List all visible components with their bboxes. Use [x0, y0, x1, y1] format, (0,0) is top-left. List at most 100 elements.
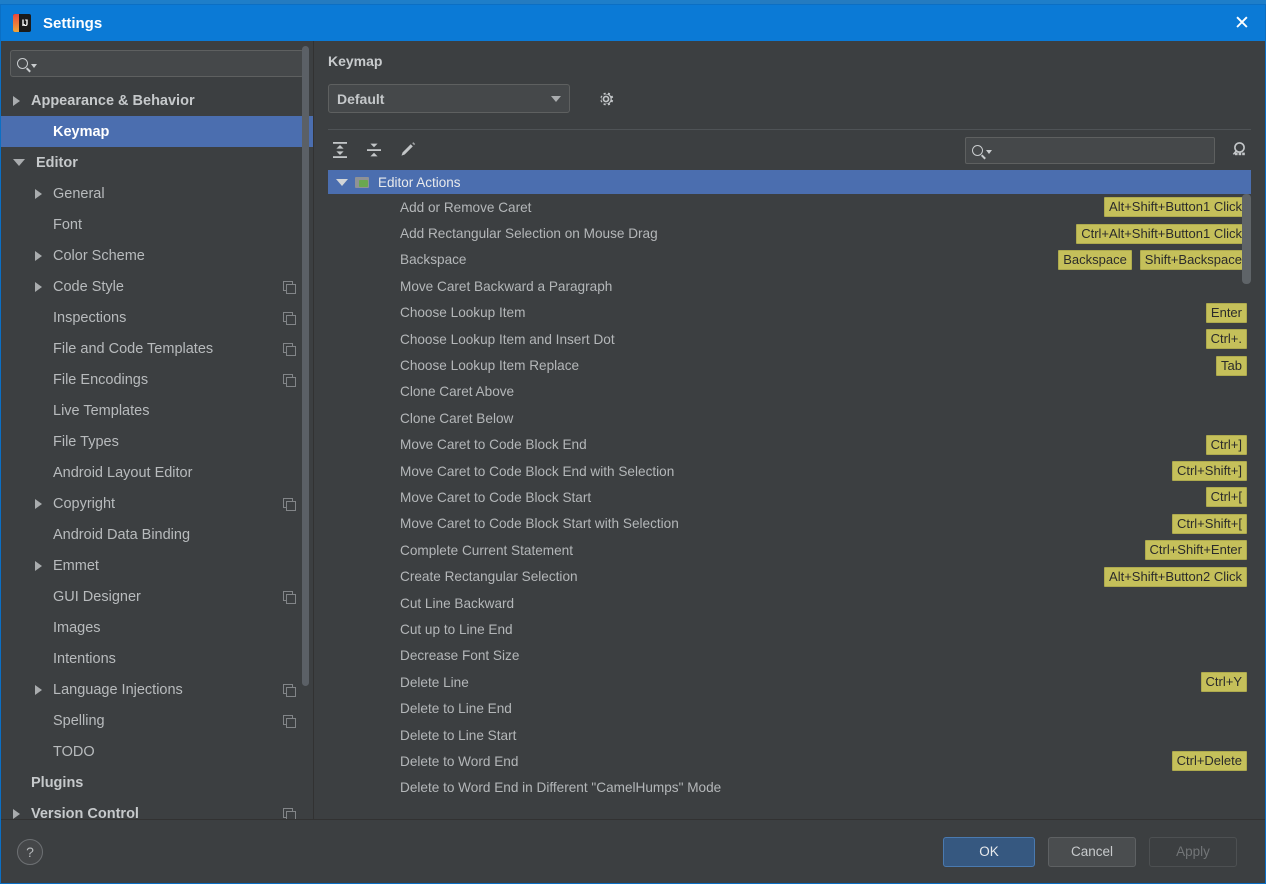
- shortcut-badge[interactable]: Ctrl+Shift+Enter: [1144, 540, 1247, 561]
- table-row[interactable]: Delete to Line Start: [328, 722, 1251, 748]
- sidebar-item-keymap[interactable]: Keymap: [1, 116, 313, 147]
- table-row[interactable]: Choose Lookup Item Enter: [328, 300, 1251, 326]
- shortcut-badge[interactable]: Ctrl+.: [1205, 329, 1247, 350]
- shortcut-badges: Enter: [1205, 302, 1247, 323]
- chevron-right-icon[interactable]: [13, 808, 20, 819]
- chevron-down-icon[interactable]: [336, 178, 348, 186]
- chevron-right-icon[interactable]: [35, 560, 42, 571]
- sidebar-item-general[interactable]: General: [1, 178, 313, 209]
- sidebar-item-android-data-binding[interactable]: Android Data Binding: [1, 519, 313, 550]
- table-row[interactable]: Add Rectangular Selection on Mouse Drag C…: [328, 220, 1251, 246]
- action-list-scrollbar-thumb[interactable]: [1242, 194, 1251, 284]
- sidebar-item-color-scheme[interactable]: Color Scheme: [1, 240, 313, 271]
- shortcut-badge[interactable]: Ctrl+]: [1205, 434, 1247, 455]
- table-row[interactable]: Move Caret to Code Block End with Select…: [328, 458, 1251, 484]
- chevron-right-icon[interactable]: [35, 684, 42, 695]
- sidebar-item-inspections[interactable]: Inspections: [1, 302, 313, 333]
- keymap-search-box[interactable]: [965, 136, 1215, 164]
- sidebar-item-file-encodings[interactable]: File Encodings: [1, 364, 313, 395]
- keymap-scheme-value: Default: [337, 90, 385, 107]
- table-row[interactable]: Move Caret to Code Block Start Ctrl+[: [328, 484, 1251, 510]
- sidebar-item-gui-designer[interactable]: GUI Designer: [1, 581, 313, 612]
- sidebar-item-spelling[interactable]: Spelling: [1, 705, 313, 736]
- settings-tree: Appearance & Behavior Keymap Editor General…: [1, 85, 313, 819]
- close-icon[interactable]: ✕: [1219, 5, 1265, 41]
- sidebar-scrollbar-thumb[interactable]: [302, 46, 309, 686]
- sidebar-item-plugins[interactable]: Plugins: [1, 767, 313, 798]
- help-button[interactable]: ?: [17, 838, 43, 865]
- table-row[interactable]: Create Rectangular Selection Alt+Shift+Bu…: [328, 563, 1251, 589]
- sidebar-scrollbar[interactable]: [302, 41, 309, 819]
- gear-icon[interactable]: [596, 89, 616, 109]
- table-row[interactable]: Backspace Backspace Shift+Backspace: [328, 247, 1251, 273]
- sidebar-item-live-templates[interactable]: Live Templates: [1, 395, 313, 426]
- table-row[interactable]: Delete Line Ctrl+Y: [328, 669, 1251, 695]
- table-row[interactable]: Delete to Line End: [328, 695, 1251, 721]
- shortcut-badge[interactable]: Enter: [1205, 302, 1247, 323]
- sidebar-item-images[interactable]: Images: [1, 612, 313, 643]
- chevron-right-icon[interactable]: [35, 188, 42, 199]
- shortcut-badge[interactable]: Ctrl+Shift+[: [1171, 513, 1247, 534]
- sidebar-item-emmet[interactable]: Emmet: [1, 550, 313, 581]
- search-input[interactable]: [44, 56, 297, 71]
- settings-dialog: IJ Settings ✕ Appearance & Behavior Keyma…: [0, 4, 1266, 884]
- sidebar-item-language-injections[interactable]: Language Injections: [1, 674, 313, 705]
- shortcut-badge[interactable]: Backspace: [1058, 249, 1132, 270]
- shortcut-badge[interactable]: Alt+Shift+Button1 Click: [1104, 197, 1247, 218]
- action-group-row[interactable]: Editor Actions: [328, 170, 1251, 194]
- sidebar-item-version-control[interactable]: Version Control: [1, 798, 313, 819]
- table-row[interactable]: Clone Caret Below: [328, 405, 1251, 431]
- table-row[interactable]: Delete to Word End in Different "CamelHu…: [328, 775, 1251, 801]
- sidebar-item-font[interactable]: Font: [1, 209, 313, 240]
- keymap-action-list[interactable]: Editor Actions Add or Remove Caret Alt+Sh…: [328, 170, 1251, 819]
- sidebar-item-todo[interactable]: TODO: [1, 736, 313, 767]
- chevron-right-icon[interactable]: [35, 250, 42, 261]
- apply-button[interactable]: Apply: [1149, 836, 1237, 867]
- sidebar-item-file-types[interactable]: File Types: [1, 426, 313, 457]
- table-row[interactable]: Cut Line Backward: [328, 590, 1251, 616]
- table-row[interactable]: Move Caret to Code Block Start with Sele…: [328, 511, 1251, 537]
- sidebar-item-file-and-code-templates[interactable]: File and Code Templates: [1, 333, 313, 364]
- action-list-scrollbar[interactable]: [1242, 170, 1251, 819]
- shortcut-badge[interactable]: Alt+Shift+Button2 Click: [1104, 566, 1247, 587]
- keymap-search-input[interactable]: [999, 142, 1208, 158]
- sidebar-item-appearance-behavior[interactable]: Appearance & Behavior: [1, 85, 313, 116]
- sidebar-item-code-style[interactable]: Code Style: [1, 271, 313, 302]
- table-row[interactable]: Add or Remove Caret Alt+Shift+Button1 Cli…: [328, 194, 1251, 220]
- expand-all-icon[interactable]: [328, 139, 352, 161]
- table-row[interactable]: Choose Lookup Item and Insert Dot Ctrl+.: [328, 326, 1251, 352]
- action-name: Add or Remove Caret: [400, 199, 532, 215]
- shortcut-badge[interactable]: Shift+Backspace: [1139, 249, 1247, 270]
- action-name: Move Caret to Code Block End: [400, 437, 587, 453]
- shortcut-badge[interactable]: Ctrl+Delete: [1171, 751, 1247, 772]
- sidebar-search-box[interactable]: [10, 50, 304, 77]
- table-row[interactable]: Choose Lookup Item Replace Tab: [328, 352, 1251, 378]
- table-row[interactable]: Clone Caret Above: [328, 379, 1251, 405]
- sidebar-item-editor[interactable]: Editor: [1, 147, 313, 178]
- table-row[interactable]: Move Caret to Code Block End Ctrl+]: [328, 432, 1251, 458]
- table-row[interactable]: Move Caret Backward a Paragraph: [328, 273, 1251, 299]
- chevron-right-icon[interactable]: [35, 498, 42, 509]
- sidebar-item-label: File Types: [53, 433, 119, 450]
- keymap-scheme-select[interactable]: Default: [328, 84, 570, 113]
- sidebar-item-label: TODO: [53, 743, 95, 760]
- table-row[interactable]: Complete Current Statement Ctrl+Shift+Ent…: [328, 537, 1251, 563]
- collapse-all-icon[interactable]: [362, 139, 386, 161]
- ok-button[interactable]: OK: [943, 836, 1035, 867]
- shortcut-badge[interactable]: Ctrl+Y: [1200, 672, 1247, 693]
- table-row[interactable]: Cut up to Line End: [328, 616, 1251, 642]
- shortcut-badge[interactable]: Ctrl+Shift+]: [1171, 461, 1247, 482]
- chevron-down-icon[interactable]: [13, 159, 25, 166]
- sidebar-item-intentions[interactable]: Intentions: [1, 643, 313, 674]
- shortcut-badge[interactable]: Ctrl+Alt+Shift+Button1 Click: [1076, 223, 1247, 244]
- sidebar-item-copyright[interactable]: Copyright: [1, 488, 313, 519]
- table-row[interactable]: Delete to Word End Ctrl+Delete: [328, 748, 1251, 774]
- chevron-right-icon[interactable]: [13, 95, 20, 106]
- table-row[interactable]: Decrease Font Size: [328, 643, 1251, 669]
- sidebar-item-android-layout-editor[interactable]: Android Layout Editor: [1, 457, 313, 488]
- shortcut-badge[interactable]: Ctrl+[: [1205, 487, 1247, 508]
- find-by-shortcut-icon[interactable]: [1227, 139, 1251, 161]
- chevron-right-icon[interactable]: [35, 281, 42, 292]
- edit-pencil-icon[interactable]: [396, 139, 420, 161]
- cancel-button[interactable]: Cancel: [1048, 836, 1136, 867]
